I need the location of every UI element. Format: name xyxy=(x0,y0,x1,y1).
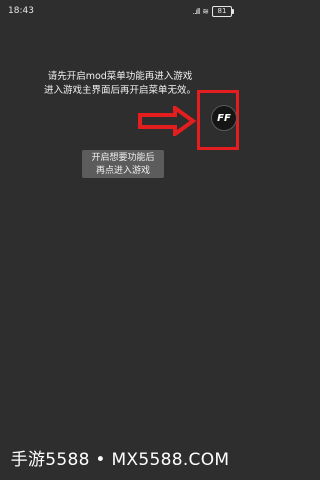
red-arrow-icon xyxy=(138,106,197,136)
wifi-icon: ≋ xyxy=(202,7,209,16)
status-time: 18:43 xyxy=(8,6,34,16)
status-bar: 18:43 ..ıll ≋ 81 xyxy=(0,0,240,22)
hint-line-1: 开启想要功能后 xyxy=(91,153,155,163)
status-icons: ..ıll ≋ 81 xyxy=(192,6,234,17)
instruction-text: 请先开启mod菜单功能再进入游戏 进入游戏主界面后再开启菜单无效。 xyxy=(20,70,220,98)
hint-box: 开启想要功能后 再点进入游戏 xyxy=(82,150,164,178)
watermark: 手游5588 • MX5588.COM xyxy=(10,450,230,470)
mod-menu-button[interactable]: FF xyxy=(211,105,237,131)
instruction-line-1: 请先开启mod菜单功能再进入游戏 xyxy=(47,71,193,82)
battery-icon: 81 xyxy=(212,6,234,17)
signal-icon: ..ıll xyxy=(192,7,201,16)
instruction-line-2: 进入游戏主界面后再开启菜单无效。 xyxy=(43,85,196,96)
hint-line-2: 再点进入游戏 xyxy=(95,166,150,176)
